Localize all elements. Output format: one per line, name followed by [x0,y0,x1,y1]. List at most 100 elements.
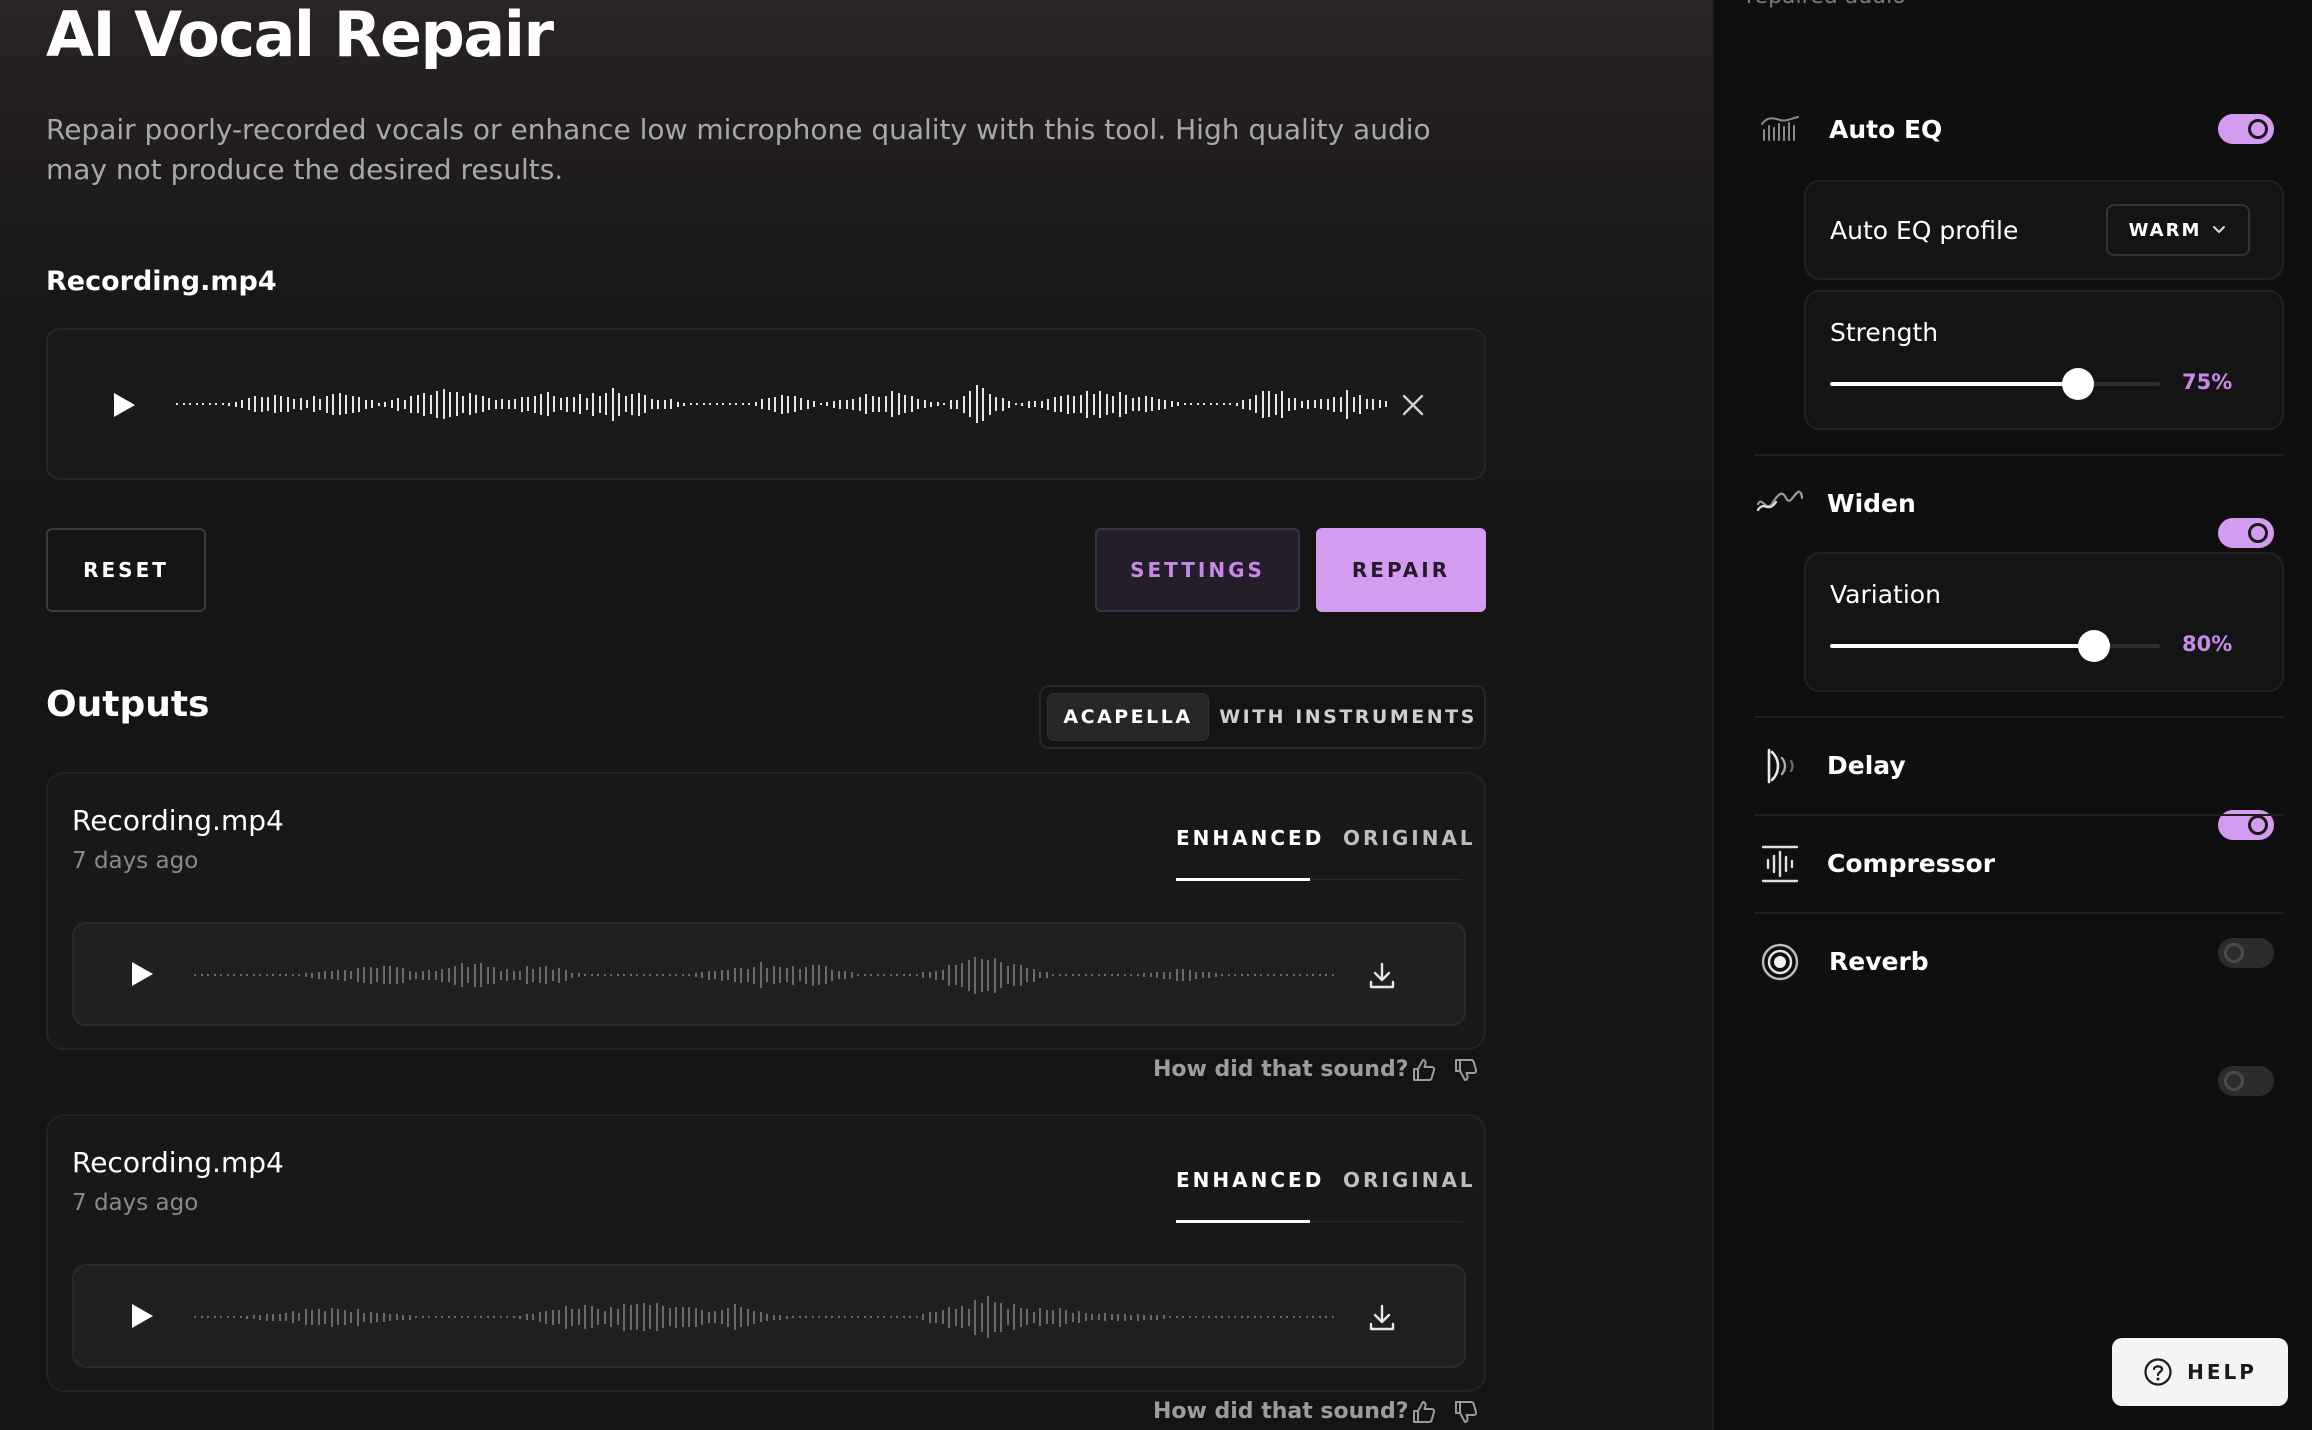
waveform-bar [480,1316,482,1318]
variation-value: 80% [2182,632,2233,656]
waveform-bar [857,974,859,976]
close-icon[interactable] [1400,392,1426,418]
thumbs-down-icon[interactable] [1452,1056,1480,1084]
waveform-bar [1117,974,1119,976]
variation-slider-thumb[interactable] [2078,630,2110,662]
download-icon[interactable] [1366,1302,1398,1334]
waveform-bar [806,399,809,409]
waveform-bar [1234,1316,1236,1318]
tab-original[interactable]: ORIGINAL [1343,826,1476,850]
waveform-bar [1104,1313,1106,1321]
repair-button[interactable]: REPAIR [1316,528,1486,612]
tab-original[interactable]: ORIGINAL [1343,1168,1476,1192]
waveform-bar [538,967,541,983]
waveform-bar [1216,403,1218,405]
waveform-bar [1143,1314,1145,1320]
waveform-bar [1175,969,1178,981]
waveform-bar [943,403,945,405]
thumbs-down-icon[interactable] [1452,1398,1480,1426]
waveform-bar [655,1303,658,1331]
waveform-bar [1118,391,1121,417]
waveform-bar [512,970,515,980]
waveform-bar [356,1308,359,1326]
waveform-bar [1188,969,1191,981]
waveform-bar [1286,974,1288,976]
reverb-toggle[interactable] [2218,1066,2274,1096]
waveform-bar [766,968,768,982]
settings-panel: repaired audio Auto EQ Auto EQ profile W… [1712,0,2312,1430]
output-waveform[interactable] [194,943,1342,1007]
waveform-bar [863,1316,866,1318]
strength-slider[interactable] [1830,368,2160,400]
waveform-bar [519,1315,521,1319]
thumbs-up-icon[interactable] [1410,1398,1438,1426]
waveform-bar [616,974,619,976]
waveform-bar [1013,964,1015,986]
waveform-bar [1026,1309,1028,1325]
chevron-down-icon [2213,226,2226,234]
thumbs-up-icon[interactable] [1410,1056,1438,1084]
waveform-bar [1008,400,1010,408]
waveform-bar [798,969,801,981]
waveform-bar [909,1316,911,1318]
waveform-bar [1071,1312,1074,1322]
waveform-bar [642,974,645,976]
waveform-bar [767,398,770,410]
reverb-label: Reverb [1829,947,1929,976]
waveform-bar [915,974,918,976]
waveform-bar [1110,1314,1113,1320]
waveform-bar [285,1313,287,1321]
waveform-bar [363,967,365,983]
waveform-bar [376,1312,378,1322]
play-icon[interactable] [114,393,135,417]
waveform-bar [1032,968,1035,982]
delay-label: Delay [1827,751,1906,780]
download-icon[interactable] [1366,960,1398,992]
waveform-bar [429,394,432,414]
waveform-bar [922,1314,924,1320]
waveform-bar [610,974,612,976]
compressor-toggle[interactable] [2218,938,2274,968]
waveform-bar [675,974,677,976]
waveform-bar [987,959,989,991]
waveform-bar [611,387,614,421]
waveform-bar [351,395,354,413]
waveform-bar [753,966,755,984]
waveform-bar [1227,1316,1230,1318]
auto-eq-label: Auto EQ [1829,115,1943,144]
auto-eq-profile-select[interactable]: WARM [2106,204,2250,256]
waveform-bar [727,1307,729,1327]
waveform-bar [273,395,276,413]
widen-toggle[interactable] [2218,518,2274,548]
waveform-bar [506,1316,508,1318]
variation-slider[interactable] [1830,630,2160,662]
waveform-bar [1313,400,1316,408]
auto-eq-toggle[interactable] [2218,114,2274,144]
play-icon[interactable] [132,1304,153,1328]
mode-with-instruments[interactable]: WITH INSTRUMENTS [1217,693,1479,741]
help-button[interactable]: HELP [2112,1338,2288,1406]
waveform-bar [551,969,554,981]
waveform-bar [533,395,536,413]
waveform-bar [772,966,775,984]
waveform-bar [454,1316,456,1318]
mode-acapella[interactable]: ACAPELLA [1047,693,1209,741]
play-icon[interactable] [132,962,153,986]
waveform-bar [415,971,417,979]
waveform-bar [668,1308,671,1326]
input-waveform[interactable] [176,372,1398,436]
waveform-bar [1240,974,1243,976]
waveform-bar [969,391,971,417]
waveform-bar [597,1309,599,1325]
strength-slider-thumb[interactable] [2061,368,2094,400]
waveform-bar [1164,399,1166,409]
waveform-bar [694,1307,697,1327]
tab-enhanced[interactable]: ENHANCED [1176,826,1324,850]
settings-button[interactable]: SETTINGS [1095,528,1300,612]
waveform-bar [467,967,469,983]
output-waveform[interactable] [194,1285,1342,1349]
reset-button[interactable]: RESET [46,528,206,612]
tab-enhanced[interactable]: ENHANCED [1176,1168,1324,1192]
waveform-bar [1123,1313,1126,1321]
waveform-bar [202,403,204,405]
